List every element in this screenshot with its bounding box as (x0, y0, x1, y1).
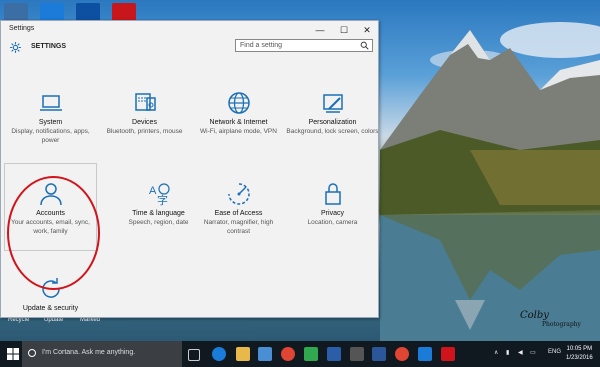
lock-icon (324, 183, 341, 205)
tile-system[interactable]: System Display, notifications, apps, pow… (4, 90, 97, 145)
search-input[interactable]: Find a setting (235, 39, 373, 52)
language-icon: A 字 (149, 183, 170, 207)
tile-description: Bluetooth, printers, mouse (106, 128, 183, 135)
wifi-app-taskbar-icon[interactable] (418, 347, 432, 361)
tile-name: Ease of Access (214, 210, 263, 217)
chrome-icon[interactable] (281, 347, 295, 361)
tray-up-arrow-icon[interactable]: ∧ (494, 349, 498, 356)
taskbar: I'm Cortana. Ask me anything. ∧ ▮ ◀ ▭ EN… (0, 341, 600, 367)
clock-time: 10:05 PM (566, 346, 593, 352)
cortana-placeholder: I'm Cortana. Ask me anything. (42, 349, 136, 356)
tile-devices[interactable]: Devices Bluetooth, printers, mouse (98, 90, 191, 136)
laptop-icon (39, 95, 62, 111)
clock-date: 1/23/2016 (566, 355, 593, 361)
svg-text:字: 字 (157, 193, 168, 207)
store-icon[interactable] (258, 347, 272, 361)
title-bar[interactable]: Settings — ☐ ✕ (1, 21, 378, 39)
volume-icon[interactable]: ◀ (518, 349, 523, 356)
signature-text: Colby (520, 310, 549, 321)
minimize-button[interactable]: — (308, 21, 332, 39)
close-button[interactable]: ✕ (355, 21, 378, 39)
search-icon (360, 41, 369, 50)
file-explorer-icon[interactable] (236, 347, 250, 361)
tile-name: Devices (132, 119, 157, 126)
tile-personalization[interactable]: Personalization Background, lock screen,… (286, 90, 379, 136)
tile-network-internet[interactable]: Network & Internet Wi-Fi, airplane mode,… (192, 90, 285, 136)
settings-taskbar-icon[interactable] (350, 347, 364, 361)
cortana-icon (28, 349, 36, 357)
keyboard-icon (134, 93, 156, 111)
nch-taskbar-icon[interactable] (441, 347, 455, 361)
tile-name: Update & security (22, 305, 79, 312)
language-indicator[interactable]: ENG (548, 349, 561, 355)
paint-icon (322, 94, 343, 113)
window-title: Settings (9, 25, 35, 32)
tile-ease-of-access[interactable]: Ease of Access Narrator, magnifier, high… (192, 181, 285, 236)
tile-description: Background, lock screen, colors (286, 128, 379, 135)
drive-icon[interactable] (304, 347, 318, 361)
maximize-button[interactable]: ☐ (332, 21, 356, 39)
edge-icon[interactable] (212, 347, 226, 361)
tile-name: Personalization (308, 119, 357, 126)
windows-start-icon[interactable] (7, 348, 19, 360)
clock[interactable]: 10:05 PM 1/23/2016 (566, 345, 593, 363)
signature-subtitle: Photography (542, 321, 581, 328)
page-title: SETTINGS (31, 43, 67, 50)
settings-window: Settings — ☐ ✕ SETTINGS Find a setting S… (0, 20, 379, 318)
action-center-icon[interactable]: ▭ (530, 349, 536, 356)
svg-text:A: A (149, 185, 157, 197)
photographer-signature: Colby Photography (520, 310, 581, 328)
tile-name: System (38, 119, 63, 126)
ease-of-access-icon (227, 183, 250, 205)
tile-name: Privacy (321, 210, 344, 217)
red-circle-annotation (7, 176, 100, 290)
photos-icon[interactable] (327, 347, 341, 361)
chrome-alt-icon[interactable] (395, 347, 409, 361)
settings-header: SETTINGS Find a setting (1, 39, 378, 59)
cortana-search-box[interactable]: I'm Cortana. Ask me anything. (22, 341, 182, 367)
word-icon[interactable] (372, 347, 386, 361)
tile-description: Display, notifications, apps, power (11, 128, 90, 144)
tile-description: Wi-Fi, airplane mode, VPN (200, 128, 277, 135)
gear-icon (10, 42, 21, 53)
network-icon[interactable]: ▮ (506, 349, 509, 356)
tile-description: Location, camera (307, 219, 358, 226)
tile-privacy[interactable]: Privacy Location, camera (286, 181, 378, 227)
search-placeholder: Find a setting (240, 42, 283, 49)
tile-description: Narrator, magnifier, high contrast (203, 219, 274, 235)
task-view-icon[interactable] (188, 349, 200, 361)
tile-name: Network & Internet (209, 119, 268, 126)
globe-icon (227, 92, 250, 114)
